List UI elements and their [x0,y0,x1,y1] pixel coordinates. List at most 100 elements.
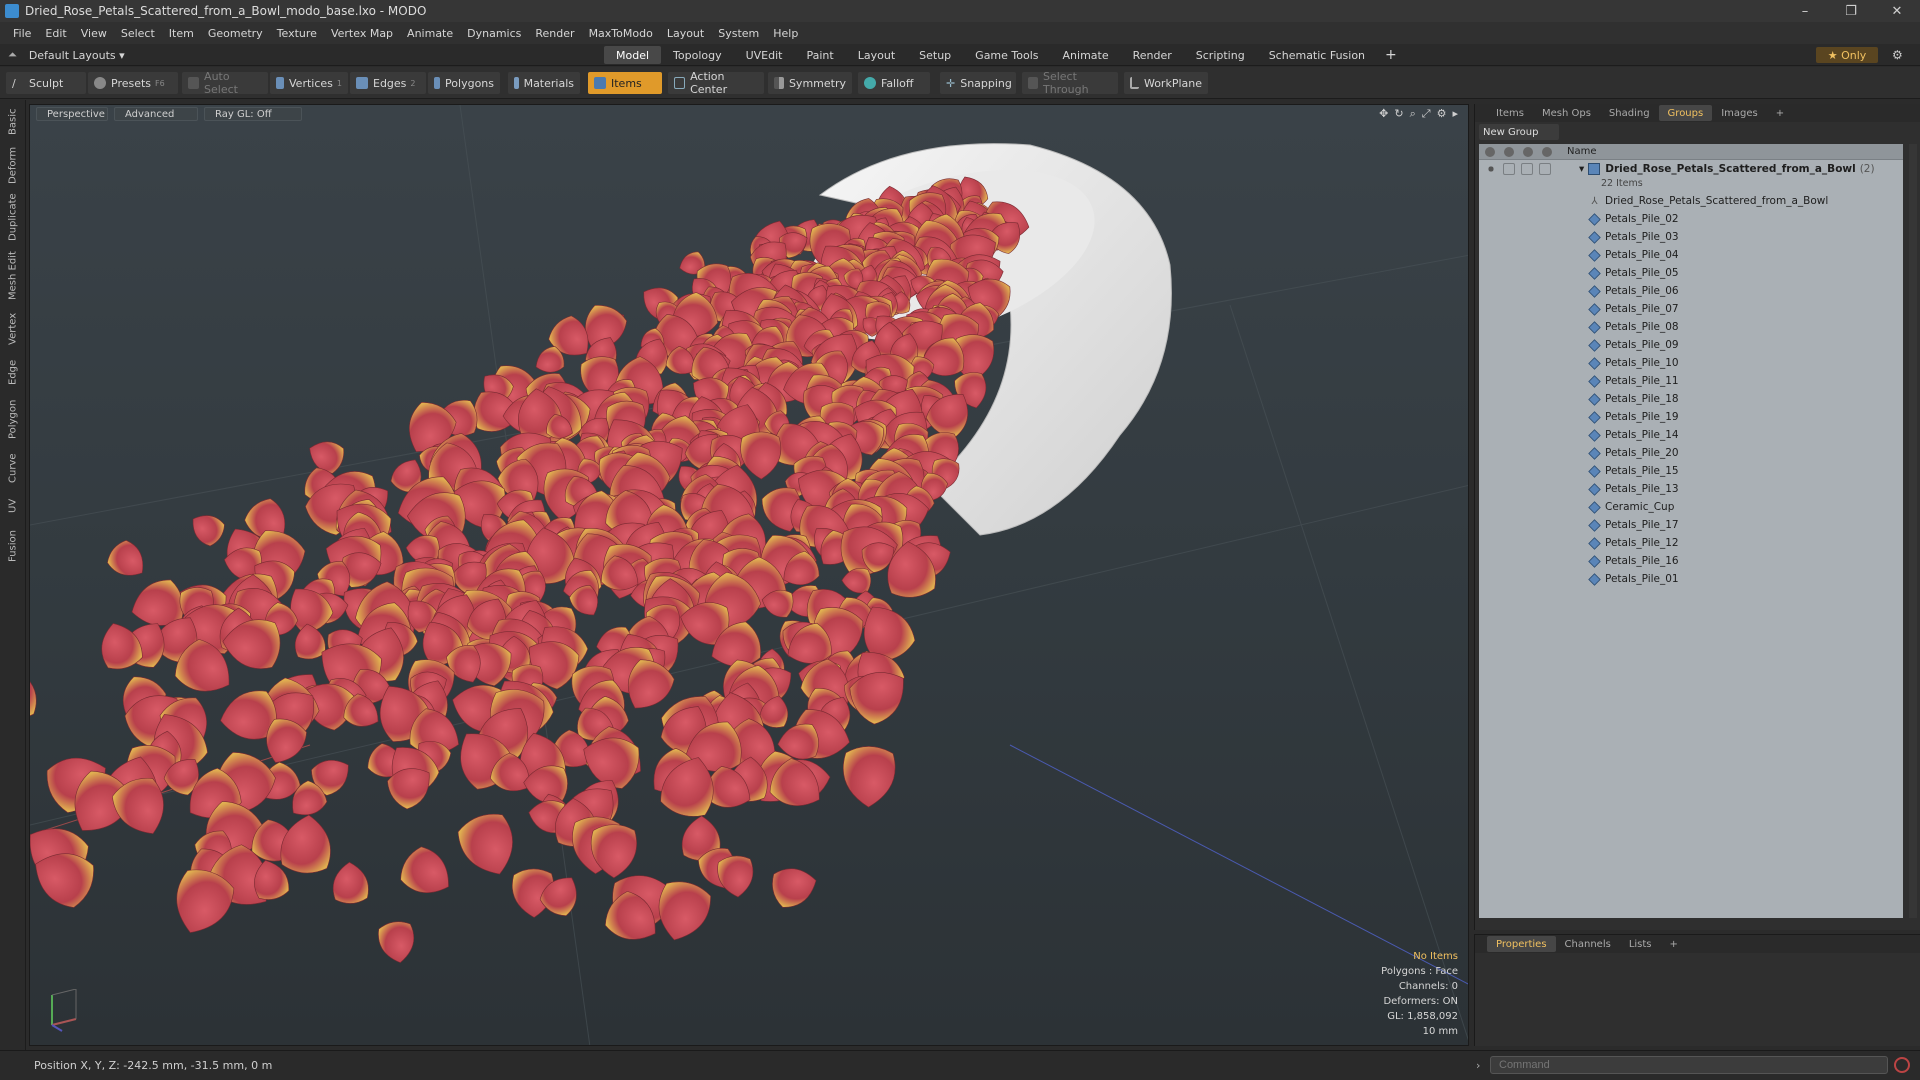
eye-icon[interactable] [1485,163,1497,175]
list-item[interactable]: Petals_Pile_03 [1479,228,1903,246]
list-item[interactable]: Petals_Pile_13 [1479,480,1903,498]
menu-texture[interactable]: Texture [270,27,324,40]
tab-mesh-edit[interactable]: Mesh Edit [3,248,23,304]
menu-help[interactable]: Help [766,27,805,40]
list-item[interactable]: Petals_Pile_01 [1479,570,1903,588]
snapping-button[interactable]: ✛ Snapping [940,72,1016,94]
tab-properties[interactable]: Properties [1487,936,1556,952]
menu-select[interactable]: Select [114,27,162,40]
rotate-icon[interactable]: ↻ [1394,107,1403,121]
menu-render[interactable]: Render [528,27,581,40]
gear-icon[interactable]: ⚙ [1892,48,1903,62]
name-column-header[interactable]: Name [1567,146,1597,157]
tab-groups[interactable]: Groups [1658,105,1713,121]
tab-game-tools[interactable]: Game Tools [963,46,1050,64]
tab-topology[interactable]: Topology [661,46,734,64]
items-button[interactable]: Items [588,72,662,94]
layout-dropdown[interactable]: ⏶ Default Layouts ▾ [8,47,125,63]
group-row[interactable]: ▾ Dried_Rose_Petals_Scattered_from_a_Bow… [1479,160,1903,178]
list-item[interactable]: Petals_Pile_06 [1479,282,1903,300]
list-item[interactable]: Petals_Pile_19 [1479,408,1903,426]
list-item[interactable]: Petals_Pile_09 [1479,336,1903,354]
advanced-button[interactable]: Advanced [114,107,198,121]
tab-uvedit[interactable]: UVEdit [734,46,795,64]
tab-paint[interactable]: Paint [795,46,846,64]
maximize-button[interactable]: ❐ [1828,0,1874,22]
tab-setup[interactable]: Setup [907,46,963,64]
command-stop-icon[interactable] [1894,1057,1910,1073]
add-tab-button[interactable]: + [1377,46,1405,64]
polygons-button[interactable]: Polygons [428,72,500,94]
tab-lists[interactable]: Lists [1620,936,1661,952]
presets-button[interactable]: Presets F6 [88,72,178,94]
symmetry-button[interactable]: Symmetry [768,72,852,94]
tab-scripting[interactable]: Scripting [1184,46,1257,64]
list-item[interactable]: Ceramic_Cup [1479,498,1903,516]
menu-geometry[interactable]: Geometry [201,27,270,40]
viewport-gear-icon[interactable]: ⚙ [1437,107,1447,121]
tab-curve[interactable]: Curve [3,448,23,488]
list-item[interactable]: Petals_Pile_07 [1479,300,1903,318]
menu-layout[interactable]: Layout [660,27,711,40]
list-item[interactable]: Petals_Pile_14 [1479,426,1903,444]
close-button[interactable]: ✕ [1874,0,1920,22]
3d-viewport[interactable]: Perspective Advanced Ray GL: Off ✥ ↻ ⌕ ⤢… [29,104,1469,1046]
tab-edge[interactable]: Edge [3,354,23,390]
viewport-menu-icon[interactable]: ▸ [1452,107,1458,121]
tab-duplicate[interactable]: Duplicate [3,190,23,244]
raygl-button[interactable]: Ray GL: Off [204,107,302,121]
menu-system[interactable]: System [711,27,766,40]
menu-animate[interactable]: Animate [400,27,460,40]
list-item[interactable]: Petals_Pile_15 [1479,462,1903,480]
only-toggle[interactable]: ★ Only [1816,47,1878,63]
action-center-button[interactable]: Action Center [668,70,764,96]
list-item[interactable]: Petals_Pile_02 [1479,210,1903,228]
menu-vertex-map[interactable]: Vertex Map [324,27,400,40]
eye-icon[interactable] [1485,146,1495,157]
sculpt-button[interactable]: ∕ Sculpt [6,72,86,94]
list-item[interactable]: Petals_Pile_10 [1479,354,1903,372]
lock-toggle[interactable] [1521,163,1533,175]
menu-file[interactable]: File [6,27,38,40]
add-panel-tab-button[interactable]: + [1767,105,1793,121]
list-item[interactable]: Petals_Pile_11 [1479,372,1903,390]
list-item[interactable]: Petals_Pile_17 [1479,516,1903,534]
workplane-button[interactable]: WorkPlane [1124,72,1208,94]
list-item[interactable]: Petals_Pile_04 [1479,246,1903,264]
list-item[interactable]: Petals_Pile_08 [1479,318,1903,336]
tab-model[interactable]: Model [604,46,662,64]
tab-items[interactable]: Items [1487,105,1533,121]
new-group-button[interactable]: New Group [1479,124,1559,140]
pan-icon[interactable]: ✥ [1379,107,1388,121]
tab-schematic-fusion[interactable]: Schematic Fusion [1257,46,1377,64]
auto-select-button[interactable]: Auto Select [182,70,268,96]
lock-icon[interactable] [1523,146,1533,157]
list-item[interactable]: Petals_Pile_20 [1479,444,1903,462]
list-item[interactable]: ⅄ Dried_Rose_Petals_Scattered_from_a_Bowl [1479,192,1903,210]
perspective-button[interactable]: Perspective [36,107,108,121]
menu-maxtomodo[interactable]: MaxToModo [582,27,660,40]
command-input[interactable] [1490,1056,1888,1074]
list-item[interactable]: Petals_Pile_18 [1479,390,1903,408]
maximize-icon[interactable]: ⤢ [1422,107,1431,121]
select-toggle[interactable] [1539,163,1551,175]
falloff-button[interactable]: Falloff [858,72,930,94]
tab-deform[interactable]: Deform [3,144,23,186]
add-properties-tab-button[interactable]: + [1661,936,1687,952]
render-toggle[interactable] [1503,163,1515,175]
select-through-button[interactable]: Select Through [1022,70,1118,96]
zoom-icon[interactable]: ⌕ [1410,107,1416,121]
menu-item[interactable]: Item [162,27,201,40]
tab-vertex[interactable]: Vertex [3,308,23,350]
list-item[interactable]: Petals_Pile_16 [1479,552,1903,570]
scene-render[interactable] [30,105,1469,1046]
tab-basic[interactable]: Basic [3,104,23,140]
menu-view[interactable]: View [74,27,114,40]
minimize-button[interactable]: – [1782,0,1828,22]
menu-edit[interactable]: Edit [38,27,73,40]
vertices-button[interactable]: Vertices 1 [270,72,348,94]
select-icon[interactable] [1542,146,1552,157]
list-item[interactable]: Petals_Pile_12 [1479,534,1903,552]
materials-button[interactable]: Materials [508,72,580,94]
tab-mesh-ops[interactable]: Mesh Ops [1533,105,1600,121]
